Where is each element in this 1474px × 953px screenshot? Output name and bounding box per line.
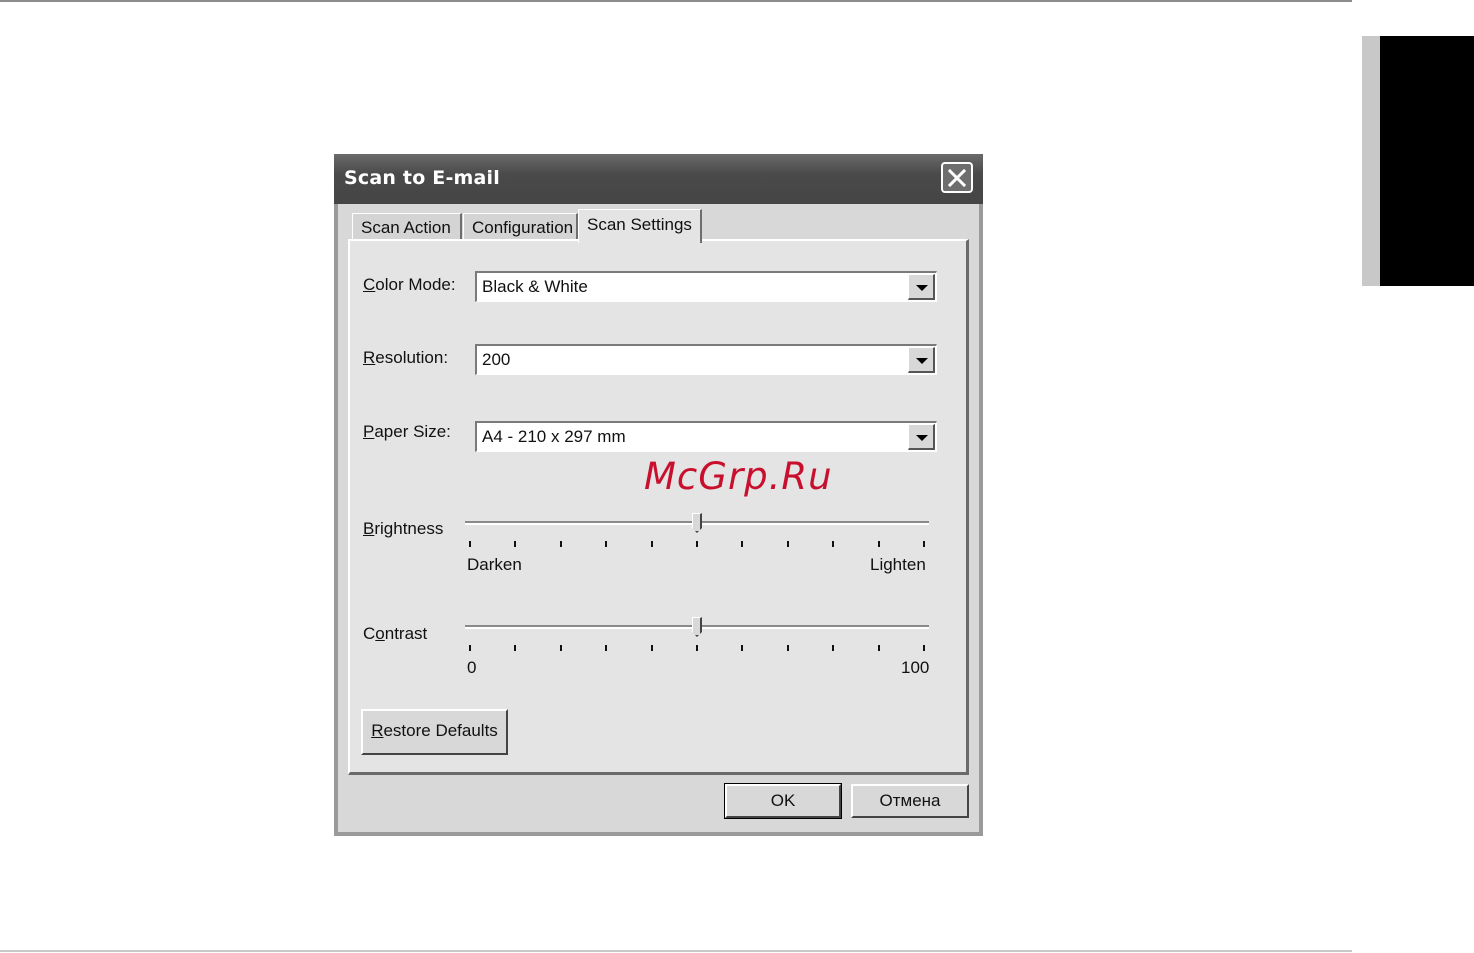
brightness-tick — [696, 541, 698, 547]
side-tab — [1380, 36, 1474, 286]
contrast-tick — [650, 645, 653, 651]
brightness-tick — [832, 541, 835, 547]
resolution-value: 200 — [482, 350, 511, 369]
contrast-max-label: 100 — [901, 658, 930, 677]
contrast-tick — [696, 645, 698, 651]
cancel-button[interactable]: Отмена — [851, 784, 969, 818]
contrast-tick — [469, 645, 471, 651]
color-mode-value: Black & White — [482, 277, 588, 296]
brightness-tick — [650, 541, 653, 547]
brightness-slider[interactable] — [465, 509, 929, 549]
restore-defaults-button[interactable]: Restore Defaults — [361, 709, 508, 755]
page-top-rule — [0, 0, 1352, 2]
contrast-tick — [559, 645, 562, 651]
contrast-tick — [741, 645, 744, 651]
chevron-down-icon[interactable] — [908, 424, 935, 450]
paper-size-select[interactable]: A4 - 210 x 297 mm — [475, 421, 937, 452]
color-mode-label: Color Mode: — [363, 275, 456, 294]
paper-size-label: Paper Size: — [363, 422, 451, 441]
watermark: McGrp.Ru — [644, 455, 833, 498]
page-bottom-rule — [0, 950, 1352, 952]
contrast-label: Contrast — [363, 624, 428, 643]
brightness-thumb[interactable] — [692, 513, 702, 533]
side-tab-shadow — [1362, 36, 1382, 286]
contrast-min-label: 0 — [467, 658, 477, 677]
ok-button[interactable]: OK — [724, 783, 842, 819]
contrast-tick — [832, 645, 835, 651]
brightness-tick — [877, 541, 880, 547]
brightness-tick — [741, 541, 744, 547]
dialog-client: Scan Action Configuration Scan Settings … — [338, 204, 979, 832]
contrast-slider[interactable] — [465, 613, 929, 653]
contrast-tick — [923, 645, 925, 651]
resolution-label: Resolution: — [363, 348, 449, 367]
brightness-tick — [559, 541, 562, 547]
brightness-tick — [786, 541, 789, 547]
color-mode-select[interactable]: Black & White — [475, 271, 937, 302]
resolution-select[interactable]: 200 — [475, 344, 937, 375]
brightness-tick — [469, 541, 471, 547]
chevron-down-icon[interactable] — [908, 347, 935, 373]
contrast-tick — [514, 645, 517, 651]
contrast-tick — [786, 645, 789, 651]
brightness-label: Brightness — [363, 519, 444, 538]
paper-size-value: A4 - 210 x 297 mm — [482, 427, 626, 446]
brightness-max-label: Lighten — [870, 555, 926, 574]
brightness-tick — [605, 541, 608, 547]
close-button[interactable] — [941, 162, 973, 193]
brightness-tick — [923, 541, 925, 547]
close-icon — [948, 169, 966, 187]
tab-scan-settings[interactable]: Scan Settings — [578, 209, 702, 243]
contrast-tick — [877, 645, 880, 651]
brightness-min-label: Darken — [467, 555, 522, 574]
brightness-tick — [514, 541, 517, 547]
scan-settings-panel: Color Mode: Black & White Resolution: 20… — [348, 239, 969, 775]
title-bar[interactable]: Scan to E-mail — [334, 154, 983, 204]
chevron-down-icon[interactable] — [908, 274, 935, 300]
window-title: Scan to E-mail — [344, 167, 500, 189]
contrast-thumb[interactable] — [692, 617, 702, 637]
contrast-tick — [605, 645, 608, 651]
